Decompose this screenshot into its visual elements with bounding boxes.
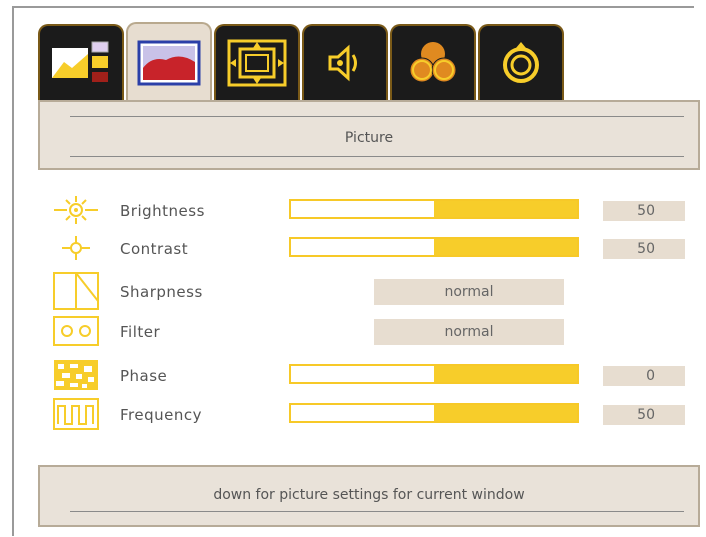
page-title: Picture (344, 130, 394, 146)
tab-setup[interactable] (478, 24, 564, 100)
setting-row-contrast[interactable]: Contrast 50 (52, 232, 692, 264)
setting-row-brightness[interactable]: Brightness 50 (52, 194, 692, 226)
phase-icon (54, 360, 98, 390)
status-divider (70, 511, 684, 512)
color-icon (409, 42, 457, 83)
frequency-value: 50 (603, 405, 685, 425)
setting-row-sharpness[interactable]: Sharpness normal (52, 272, 692, 310)
tab-input[interactable] (38, 24, 124, 100)
filter-select[interactable]: normal (374, 319, 564, 345)
setting-row-filter[interactable]: Filter normal (52, 315, 692, 347)
setting-row-phase[interactable]: Phase 0 (52, 359, 692, 391)
contrast-slider-fill (434, 239, 577, 255)
brightness-value: 50 (603, 201, 685, 221)
tab-audio[interactable] (302, 24, 388, 100)
tab-picture[interactable] (126, 22, 212, 102)
brightness-icon (54, 196, 98, 224)
frequency-icon (53, 398, 99, 430)
audio-icon (328, 44, 357, 82)
phase-slider[interactable] (289, 364, 579, 384)
phase-value: 0 (603, 366, 685, 386)
input-select-icon (52, 41, 109, 82)
brightness-label: Brightness (120, 202, 205, 220)
tab-geometry[interactable] (214, 24, 300, 100)
status-text: down for picture settings for current wi… (213, 487, 525, 503)
tab-bar (38, 22, 598, 102)
contrast-icon (62, 236, 90, 260)
status-bar: down for picture settings for current wi… (38, 465, 700, 527)
contrast-value: 50 (603, 239, 685, 259)
setup-icon (503, 42, 539, 83)
header-divider (70, 156, 684, 157)
phase-slider-fill (434, 366, 577, 382)
contrast-label: Contrast (120, 240, 189, 258)
brightness-slider-fill (434, 201, 577, 217)
frequency-slider-fill (434, 405, 577, 421)
picture-icon (137, 40, 201, 86)
frequency-slider[interactable] (289, 403, 579, 423)
sharpness-icon (53, 272, 99, 310)
geometry-icon (227, 39, 287, 87)
sharpness-label: Sharpness (120, 283, 203, 301)
brightness-slider[interactable] (289, 199, 579, 219)
phase-label: Phase (120, 367, 168, 385)
filter-label: Filter (120, 323, 161, 341)
sharpness-select[interactable]: normal (374, 279, 564, 305)
setting-row-frequency[interactable]: Frequency 50 (52, 398, 692, 430)
header-divider (70, 116, 684, 117)
tab-color[interactable] (390, 24, 476, 100)
contrast-slider[interactable] (289, 237, 579, 257)
filter-icon (53, 316, 99, 346)
frequency-label: Frequency (120, 406, 202, 424)
page-header: Picture (38, 100, 700, 170)
